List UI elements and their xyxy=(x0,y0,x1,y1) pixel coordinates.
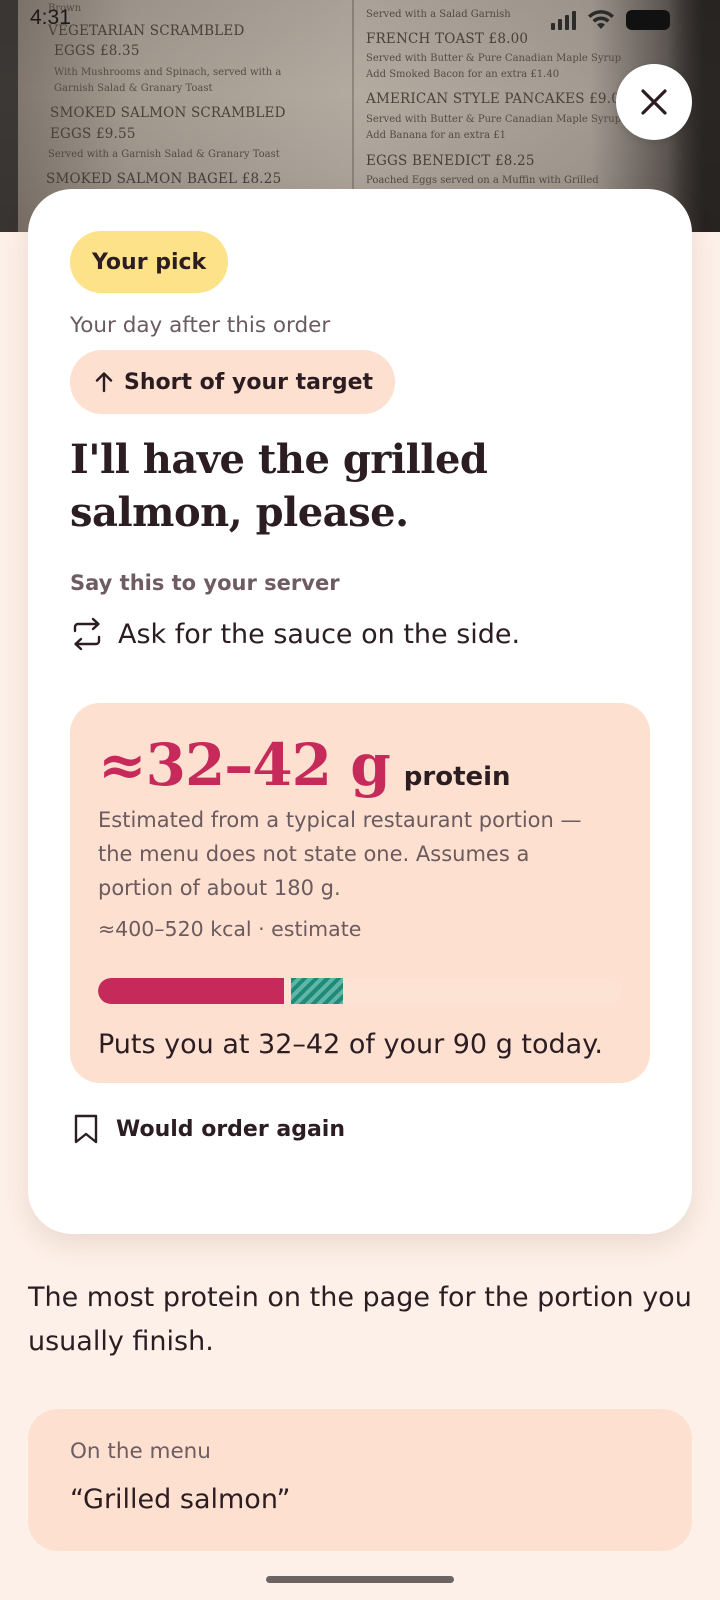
arrow-up-icon xyxy=(95,372,113,393)
server-tip-text: Ask for the sauce on the side. xyxy=(118,618,521,650)
protein-estimate-panel: ≈32–42 g protein Estimated from a typica… xyxy=(70,703,650,1083)
say-to-server-label: Say this to your server xyxy=(70,571,340,595)
menu-line: SMOKED SALMON BAGEL £8.25 xyxy=(46,171,282,187)
home-indicator[interactable] xyxy=(266,1576,454,1583)
protein-amount: ≈32–42 g protein xyxy=(98,731,511,799)
menu-line: AMERICAN STYLE PANCAKES £9.00 xyxy=(366,91,629,107)
menu-line: Served with Butter & Pure Canadian Maple… xyxy=(366,114,622,125)
menu-line: With Mushrooms and Spinach, served with … xyxy=(54,67,282,78)
target-status-pill: Short of your target xyxy=(70,350,396,414)
menu-line: EGGS £8.35 xyxy=(54,43,140,59)
protein-value: ≈32–42 g xyxy=(98,731,391,799)
pick-reason: The most protein on the page for the por… xyxy=(28,1282,692,1357)
swap-icon xyxy=(73,617,101,651)
would-order-again-button[interactable]: Would order again xyxy=(72,1113,345,1145)
menu-line: FRENCH TOAST £8.00 xyxy=(366,31,529,47)
progress-low-fill xyxy=(98,978,284,1004)
menu-line: Served with Butter & Pure Canadian Maple… xyxy=(366,53,622,64)
server-tip: Ask for the sauce on the side. xyxy=(70,617,520,651)
calorie-estimate: ≈400–520 kcal · estimate xyxy=(98,917,362,941)
your-pick-badge: Your pick xyxy=(70,231,229,293)
progress-range-fill xyxy=(291,978,343,1004)
menu-line: EGGS BENEDICT £8.25 xyxy=(366,153,535,169)
photo-edge xyxy=(0,0,18,232)
menu-line: Add Banana for an extra £1 xyxy=(366,130,506,141)
menu-line: Poached Eggs served on a Muffin with Gri… xyxy=(366,175,599,186)
close-icon xyxy=(641,89,667,115)
battery-icon xyxy=(626,10,670,30)
progress-summary: Puts you at 32–42 of your 90 g today. xyxy=(98,1029,603,1060)
menu-line: Served with a Garnish Salad & Granary To… xyxy=(48,149,280,160)
status-icons xyxy=(551,9,670,31)
pick-card: Your pick Your day after this order Shor… xyxy=(28,189,692,1234)
status-time: 4:31 xyxy=(30,6,71,29)
menu-line: Served with a Salad Garnish xyxy=(366,9,511,20)
menu-line: EGGS £9.55 xyxy=(50,126,136,142)
on-the-menu-label: On the menu xyxy=(70,1439,211,1464)
would-order-again-label: Would order again xyxy=(116,1116,345,1142)
order-phrase: I'll have the grilled salmon, please. xyxy=(70,436,488,536)
close-button[interactable] xyxy=(616,64,692,140)
cellular-signal-icon xyxy=(551,10,576,30)
menu-line: VEGETARIAN SCRAMBLED xyxy=(48,23,245,39)
protein-unit: protein xyxy=(403,762,511,792)
protein-progress-bar xyxy=(98,978,622,1004)
menu-line: SMOKED SALMON SCRAMBLED xyxy=(50,105,286,121)
target-status-label: Short of your target xyxy=(124,369,374,395)
menu-line: Add Smoked Bacon for an extra £1.40 xyxy=(366,69,560,80)
estimate-note: Estimated from a typical restaurant port… xyxy=(98,808,582,900)
on-the-menu-panel: On the menu “Grilled salmon” xyxy=(28,1409,692,1551)
day-after-label: Your day after this order xyxy=(70,313,331,338)
menu-item-name: “Grilled salmon” xyxy=(70,1484,291,1515)
bookmark-icon xyxy=(74,1114,98,1144)
menu-line: Garnish Salad & Granary Toast xyxy=(54,83,213,94)
wifi-icon xyxy=(588,10,614,29)
